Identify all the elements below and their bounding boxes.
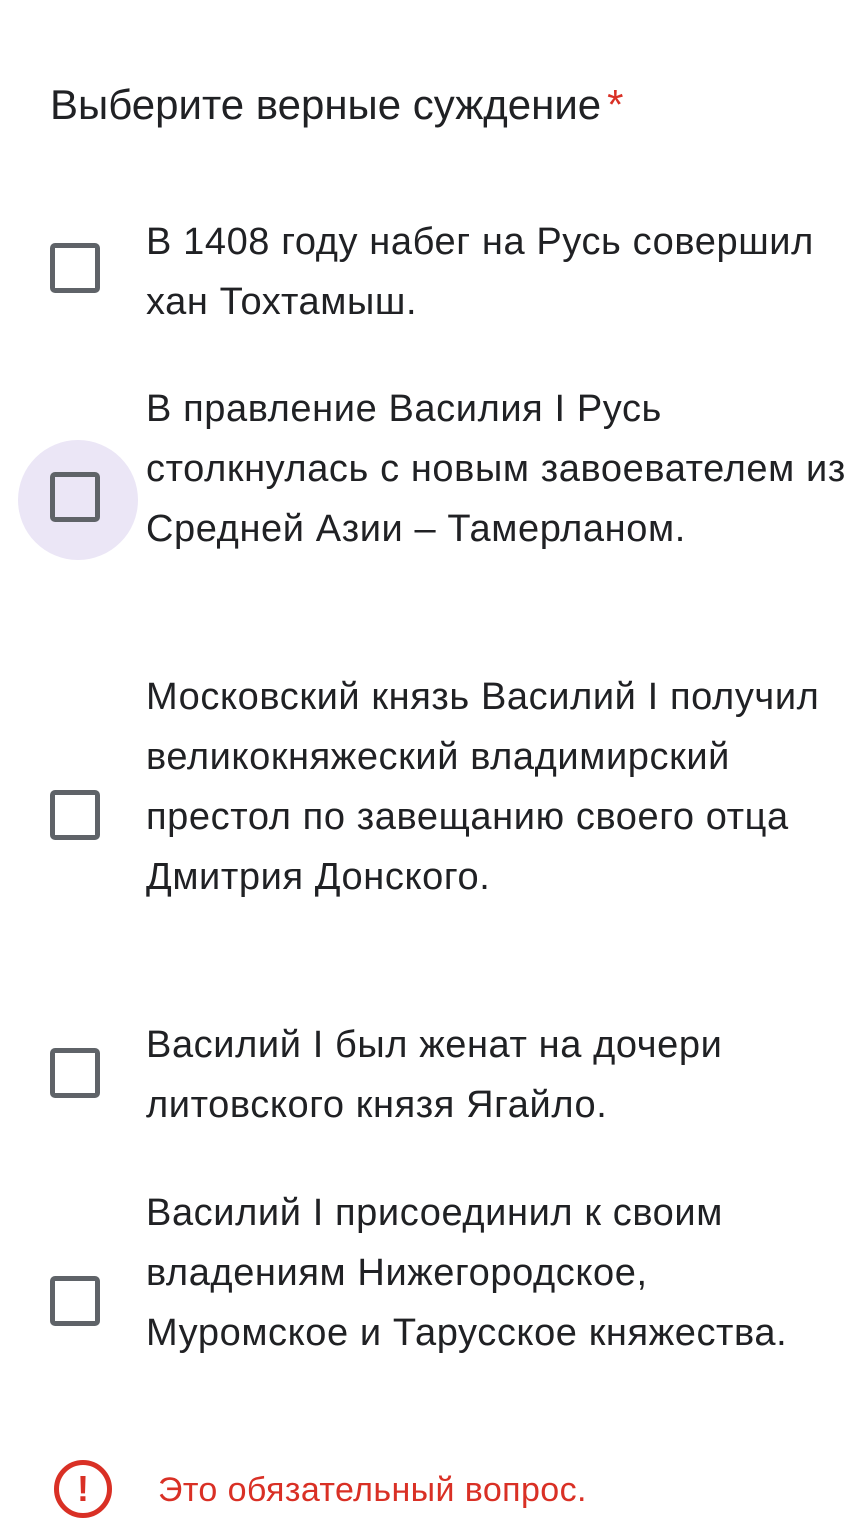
checkbox[interactable] <box>50 472 100 522</box>
checkbox-option-2[interactable] <box>18 440 138 560</box>
checkbox[interactable] <box>50 243 100 293</box>
option-label-3[interactable]: Московский князь Василий I получил велик… <box>146 667 846 907</box>
checkbox-option-1[interactable] <box>18 211 138 331</box>
checkbox-option-5[interactable] <box>18 1244 138 1364</box>
option-label-1[interactable]: В 1408 году набег на Русь совершил хан Т… <box>146 212 846 332</box>
checkbox-option-3[interactable] <box>18 758 138 878</box>
question-title-text: Выберите верные суждение <box>50 81 602 128</box>
option-label-4[interactable]: Василий I был женат на дочери литовского… <box>146 1015 846 1135</box>
question-card: Выберите верные суждение * В 1408 году на… <box>0 0 864 1518</box>
checkbox[interactable] <box>50 790 100 840</box>
checkbox[interactable] <box>50 1276 100 1326</box>
checkbox-option-4[interactable] <box>18 1016 138 1136</box>
question-title: Выберите верные суждение * <box>50 76 624 134</box>
error-icon: ! <box>54 1460 112 1518</box>
error-message: Это обязательный вопрос. <box>158 1471 587 1509</box>
option-label-2[interactable]: В правление Василия I Русь столкнулась с… <box>146 379 846 559</box>
required-asterisk: * <box>607 81 624 128</box>
option-label-5[interactable]: Василий I присоединил к своим владениям … <box>146 1183 846 1363</box>
checkbox[interactable] <box>50 1048 100 1098</box>
